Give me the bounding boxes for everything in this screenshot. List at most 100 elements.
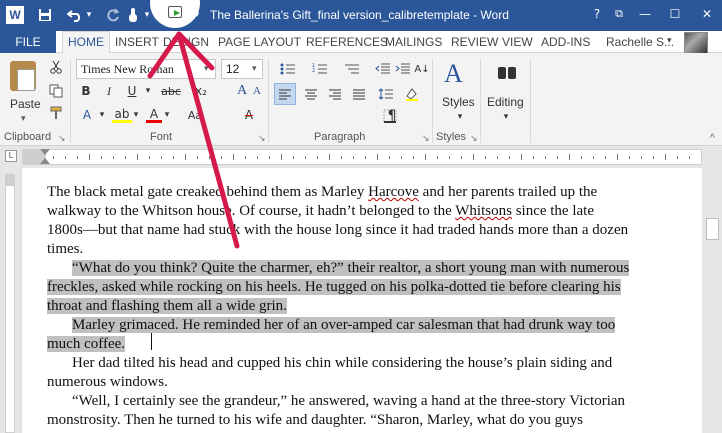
tab-references[interactable]: REFERENCES	[306, 35, 388, 49]
decrease-indent-icon[interactable]	[374, 61, 392, 77]
styles-icon[interactable]: A	[444, 59, 474, 89]
tab-view[interactable]: VIEW	[502, 35, 533, 49]
tab-design[interactable]: DESIGN	[163, 35, 209, 49]
text-run: much coffee.	[47, 336, 126, 352]
document-line[interactable]: much coffee.	[47, 335, 126, 354]
tab-insert[interactable]: INSERT	[115, 35, 159, 49]
show-formatting-icon[interactable]: ¶	[384, 107, 400, 125]
strikethrough-icon[interactable]: abc	[158, 83, 184, 99]
paragraph-launcher-icon[interactable]: ↘	[422, 133, 430, 144]
tab-review[interactable]: REVIEW	[451, 35, 498, 49]
font-color-icon[interactable]: A	[146, 107, 162, 123]
ruler-tick	[329, 154, 330, 160]
redo-icon[interactable]	[104, 6, 122, 24]
ribbon-tabs: FILE HOME INSERT DESIGN PAGE LAYOUT REFE…	[0, 31, 722, 54]
line-spacing-icon[interactable]	[374, 83, 398, 105]
tab-selector[interactable]: L	[5, 150, 17, 162]
document-line[interactable]: “Well, I certainly see the grandeur,” he…	[72, 392, 625, 411]
word-logo-icon[interactable]: W	[6, 6, 24, 24]
copy-icon[interactable]	[48, 83, 64, 99]
highlight-dropdown-icon[interactable]: ▾	[132, 107, 140, 123]
clear-formatting-icon[interactable]: A	[234, 107, 264, 123]
user-dropdown-icon[interactable]: ▾	[667, 35, 672, 46]
group-label-styles: Styles	[436, 131, 466, 143]
document-line[interactable]: throat and flashing them all a wide grin…	[47, 297, 287, 316]
avatar[interactable]	[684, 32, 708, 54]
subscript-icon[interactable]: x₂	[190, 83, 212, 99]
tab-mailings[interactable]: MAILINGS	[385, 35, 442, 49]
font-name-box[interactable]: Times New Roman	[76, 59, 216, 79]
paste-dropdown-icon[interactable]: ▾	[21, 113, 26, 124]
hanging-indent-marker[interactable]	[40, 158, 50, 164]
font-launcher-icon[interactable]: ↘	[258, 133, 266, 144]
font-size-dropdown-icon[interactable]: ▾	[252, 63, 257, 74]
document-line[interactable]: numerous windows.	[47, 373, 168, 392]
collapse-ribbon-icon[interactable]: ^	[710, 133, 715, 144]
grow-font-icon[interactable]: A	[234, 83, 250, 99]
multilevel-list-icon[interactable]	[342, 61, 362, 77]
justify-icon[interactable]	[348, 83, 370, 105]
close-icon[interactable]: ✕	[694, 4, 720, 24]
highlight-icon[interactable]: ab	[112, 107, 132, 123]
styles-dropdown-icon[interactable]: ▾	[455, 111, 465, 123]
align-center-icon[interactable]	[300, 83, 322, 105]
comment-icon[interactable]	[168, 6, 182, 18]
document-line[interactable]: 1800s—but that name had stuck with the h…	[47, 221, 628, 240]
horizontal-ruler[interactable]	[22, 149, 702, 165]
save-icon[interactable]	[36, 6, 54, 24]
shading-icon[interactable]	[400, 83, 424, 105]
underline-icon[interactable]: U	[124, 83, 140, 99]
bold-icon[interactable]: B	[78, 83, 94, 99]
sort-icon[interactable]: A↓	[412, 61, 432, 77]
tab-home[interactable]: HOME	[62, 31, 110, 54]
numbering-icon[interactable]: 12	[310, 61, 330, 77]
text-effects-dropdown-icon[interactable]: ▾	[98, 107, 106, 123]
clipboard-launcher-icon[interactable]: ↘	[58, 133, 66, 144]
undo-icon[interactable]	[66, 6, 84, 24]
italic-icon[interactable]: I	[101, 83, 117, 99]
change-case-icon[interactable]: Aa	[184, 107, 206, 123]
binoculars-icon[interactable]	[496, 63, 518, 81]
align-left-icon[interactable]	[274, 83, 296, 105]
document-line[interactable]: “What do you think? Quite the charmer, e…	[72, 259, 630, 278]
shrink-font-icon[interactable]: A	[250, 83, 264, 99]
document-line[interactable]: walkway to the Whitson house. Of course,…	[47, 202, 594, 221]
vertical-scrollbar[interactable]	[703, 168, 722, 433]
font-name-dropdown-icon[interactable]: ▾	[204, 63, 209, 74]
scrollbar-thumb[interactable]	[706, 218, 719, 240]
document-line[interactable]: Marley grimaced. He reminded her of an o…	[72, 316, 616, 335]
restore-icon[interactable]: ⧉	[606, 4, 632, 24]
document-line[interactable]: times.	[47, 240, 83, 259]
document-line[interactable]: The black metal gate creaked behind them…	[47, 183, 597, 202]
editing-button[interactable]: Editing	[487, 95, 524, 109]
font-color-dropdown-icon[interactable]: ▾	[163, 107, 171, 123]
increase-indent-icon[interactable]	[394, 61, 412, 77]
styles-launcher-icon[interactable]: ↘	[470, 133, 478, 144]
tab-file[interactable]: FILE	[0, 31, 56, 53]
minimize-icon[interactable]: —	[632, 4, 658, 24]
text-effects-icon[interactable]: A	[78, 107, 96, 123]
undo-dropdown-icon[interactable]: ▾	[84, 6, 94, 24]
ruler-tick	[629, 156, 630, 159]
editing-dropdown-icon[interactable]: ▾	[501, 111, 511, 123]
touch-mode-icon[interactable]	[124, 6, 142, 24]
qat-more-icon[interactable]: ▾	[192, 6, 202, 24]
bullets-icon[interactable]	[278, 61, 298, 77]
cut-icon[interactable]	[48, 59, 64, 75]
document-line[interactable]: Her dad tilted his head and cupped his c…	[72, 354, 612, 373]
styles-button[interactable]: Styles	[442, 95, 475, 109]
maximize-icon[interactable]: ☐	[662, 4, 688, 24]
document-line[interactable]: freckles, asked while rocking on his hee…	[47, 278, 621, 297]
paste-button[interactable]: Paste	[10, 97, 41, 111]
tab-page-layout[interactable]: PAGE LAYOUT	[218, 35, 301, 49]
ruler-tick	[293, 156, 294, 159]
tab-add-ins[interactable]: ADD-INS	[541, 35, 590, 49]
document-line[interactable]: monstrosity. Then he turned to his wife …	[47, 411, 583, 430]
format-painter-icon[interactable]	[48, 105, 64, 121]
first-line-indent-marker[interactable]	[40, 149, 50, 155]
user-name[interactable]: Rachelle S...	[606, 35, 674, 49]
ruler-tick	[113, 156, 114, 159]
align-right-icon[interactable]	[324, 83, 346, 105]
paste-icon[interactable]	[10, 61, 36, 91]
underline-dropdown-icon[interactable]: ▾	[144, 83, 152, 99]
